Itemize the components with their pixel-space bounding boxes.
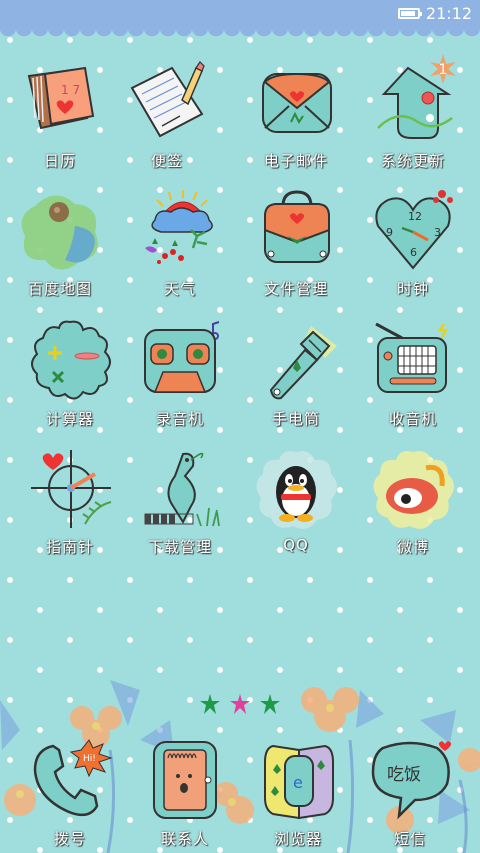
app-label: 系统更新 [380, 152, 445, 170]
flashlight-icon [251, 316, 341, 406]
app-notes[interactable]: 便签 [107, 58, 227, 171]
app-radio[interactable]: 收音机 [353, 316, 473, 429]
app-label: 时钟 [396, 280, 429, 298]
svg-text:6: 6 [410, 246, 417, 259]
app-label: 手电筒 [271, 410, 320, 428]
sms-icon: 吃饭 [365, 736, 455, 826]
status-bar: 21:12 [0, 0, 480, 28]
app-label: 日历 [43, 152, 76, 170]
app-label: 指南针 [45, 538, 94, 556]
app-label: 百度地图 [27, 280, 92, 298]
app-calculator[interactable]: 计算器 [10, 316, 130, 429]
status-bar-scallop [0, 28, 480, 38]
compass-icon [25, 444, 115, 534]
calendar-icon: 1 7 [15, 58, 105, 148]
svg-text:1: 1 [439, 62, 448, 78]
svg-text:3: 3 [434, 226, 441, 239]
app-label: 计算器 [45, 410, 94, 428]
file-bag-icon [251, 186, 341, 276]
app-weather[interactable]: 天气 [120, 186, 240, 299]
status-time: 21:12 [425, 4, 472, 23]
app-compass[interactable]: 指南针 [10, 444, 130, 557]
map-icon [15, 186, 105, 276]
radio-icon [368, 316, 458, 406]
browser-icon: e [253, 736, 343, 826]
app-flashlight[interactable]: 手电筒 [236, 316, 356, 429]
notepad-icon [122, 58, 212, 148]
app-system-update[interactable]: 1 系统更新 [353, 54, 473, 171]
dock-label: 短信 [393, 830, 426, 848]
dock-sms[interactable]: 吃饭 短信 [350, 736, 470, 849]
app-weibo[interactable]: 微博 [353, 444, 473, 557]
app-label: 录音机 [155, 410, 204, 428]
app-baidu-map[interactable]: 百度地图 [0, 186, 120, 299]
svg-text:Hi!: Hi! [83, 754, 96, 764]
dock-label: 联系人 [160, 830, 209, 848]
app-label: QQ [283, 536, 309, 554]
app-label: 天气 [163, 280, 196, 298]
clock-icon: 12 9 3 6 [368, 186, 458, 276]
page-dot-icon[interactable] [260, 694, 280, 714]
app-calendar[interactable]: 1 7 日历 [0, 58, 120, 171]
qq-penguin-icon [251, 444, 341, 534]
app-label: 文件管理 [263, 280, 328, 298]
recorder-icon [135, 316, 225, 406]
contacts-icon [140, 736, 230, 826]
dock-browser[interactable]: e 浏览器 [238, 736, 358, 849]
svg-text:9: 9 [386, 226, 393, 239]
update-badge: 1 [428, 54, 458, 84]
app-label: 微博 [396, 538, 429, 556]
page-indicator [0, 694, 480, 716]
dock-label: 浏览器 [273, 830, 322, 848]
weather-icon [135, 186, 225, 276]
sms-bubble-text: 吃饭 [387, 765, 421, 785]
dock-label: 拨号 [53, 830, 86, 848]
app-email[interactable]: 电子邮件 [236, 58, 356, 171]
app-label: 便签 [150, 152, 183, 170]
download-bird-icon [135, 444, 225, 534]
app-label: 电子邮件 [263, 152, 328, 170]
dock-contacts[interactable]: 联系人 [125, 736, 245, 849]
page-dot-active-icon[interactable] [230, 694, 250, 714]
app-label: 收音机 [388, 410, 437, 428]
dock-phone[interactable]: Hi! 拨号 [10, 736, 130, 849]
phone-icon: Hi! [25, 736, 115, 826]
app-download-manager[interactable]: 下载管理 [120, 444, 240, 557]
app-label: 下载管理 [147, 538, 212, 556]
system-update-icon: 1 [368, 54, 458, 148]
weibo-icon [368, 444, 458, 534]
app-qq[interactable]: QQ [236, 444, 356, 554]
envelope-icon [251, 58, 341, 148]
svg-text:e: e [293, 773, 303, 792]
svg-text:1 7: 1 7 [61, 83, 80, 97]
battery-icon [397, 8, 422, 19]
app-clock[interactable]: 12 9 3 6 时钟 [353, 186, 473, 299]
svg-text:12: 12 [408, 210, 422, 223]
app-file-manager[interactable]: 文件管理 [236, 186, 356, 299]
calculator-icon [25, 316, 115, 406]
page-dot-icon[interactable] [200, 694, 220, 714]
app-recorder[interactable]: 录音机 [120, 316, 240, 429]
